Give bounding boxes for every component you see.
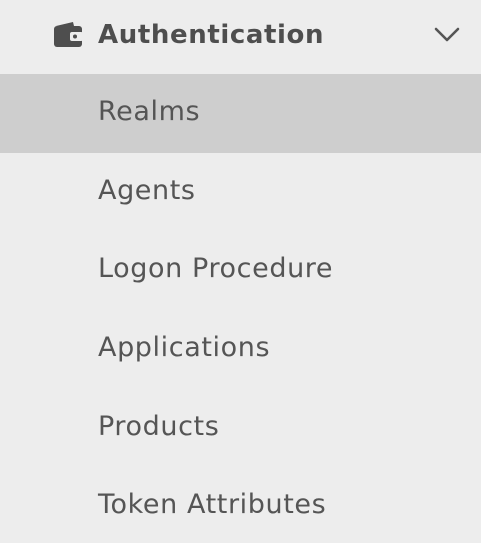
nav-item-agents[interactable]: Agents xyxy=(0,153,481,232)
nav-item-label: Agents xyxy=(98,174,196,206)
nav-item-label: Realms xyxy=(98,96,201,127)
section-items: Realms Agents Logon Procedure Applicatio… xyxy=(0,74,481,543)
nav-item-applications[interactable]: Applications xyxy=(0,310,481,389)
nav-item-token-attributes[interactable]: Token Attributes xyxy=(0,467,481,543)
sidebar-nav: Authentication Realms Agents Logon Proce… xyxy=(0,0,481,543)
nav-item-label: Token Attributes xyxy=(98,489,327,521)
nav-item-label: Products xyxy=(98,410,220,442)
nav-item-products[interactable]: Products xyxy=(0,389,481,468)
nav-item-label: Logon Procedure xyxy=(98,253,334,285)
nav-item-realms[interactable]: Realms xyxy=(0,74,481,153)
section-title: Authentication xyxy=(98,20,325,50)
nav-item-label: Applications xyxy=(98,332,271,364)
chevron-down-icon[interactable] xyxy=(434,24,460,44)
wallet-icon xyxy=(53,21,83,48)
section-header-authentication[interactable]: Authentication xyxy=(0,0,481,72)
nav-item-logon-procedure[interactable]: Logon Procedure xyxy=(0,231,481,310)
